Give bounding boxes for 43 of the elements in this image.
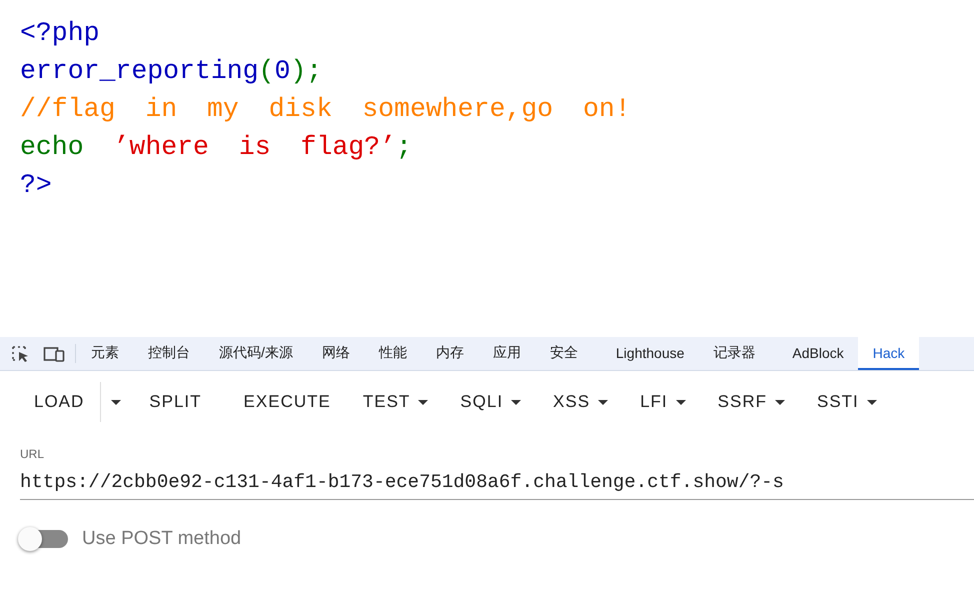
devtools-tab[interactable]: Hack — [858, 337, 919, 370]
code-token: error_reporting — [20, 55, 259, 88]
caret-icon — [111, 400, 122, 404]
code-token: ’where is flag?’ — [114, 131, 396, 164]
code-token: <?php — [20, 17, 100, 50]
load-button[interactable]: LOAD — [18, 382, 102, 422]
toolbar-button[interactable]: EXECUTE — [228, 382, 347, 422]
code-token: echo — [20, 131, 85, 164]
devtools-tab[interactable]: Lighthouse — [600, 337, 698, 370]
devtools-tab[interactable]: 内存 — [420, 337, 478, 370]
devtools-tab[interactable]: 网络 — [306, 337, 364, 370]
caret-icon — [598, 400, 608, 404]
code-comment: //flag in my disk somewhere,go on! — [20, 93, 631, 126]
devtools-tab[interactable]: 元素 — [76, 337, 133, 370]
devtools-tab[interactable]: 应用 — [478, 337, 535, 370]
menu-button[interactable]: LFI — [624, 382, 702, 422]
menu-button[interactable]: SSTI — [800, 382, 893, 422]
url-field[interactable]: https://2cbb0e92-c131-4af1-b173-ece751d08a6f.challenge.ctf.show/?-s — [20, 469, 974, 500]
devtools-tab[interactable]: 源代码/来源 — [204, 337, 307, 370]
code-token: ); — [290, 55, 322, 88]
devtools-tab[interactable]: 性能 — [364, 337, 421, 370]
url-label: URL — [20, 447, 46, 461]
caret-icon — [418, 400, 428, 404]
menu-button[interactable]: XSS — [537, 382, 624, 422]
devtools-tab[interactable]: AdBlock — [777, 337, 858, 370]
caret-icon — [866, 400, 877, 404]
post-method-label: Use POST method — [82, 528, 242, 550]
menu-button[interactable]: SSRF — [702, 382, 801, 422]
devtools-tab[interactable]: 记录器 — [698, 337, 770, 370]
code-token: ; — [396, 131, 412, 164]
devtools-tab[interactable]: 控制台 — [133, 337, 204, 370]
menu-button[interactable]: SQLI — [444, 382, 538, 422]
caret-icon — [676, 400, 686, 404]
code-token: ( — [258, 55, 274, 88]
post-toggle[interactable] — [20, 530, 68, 548]
caret-icon — [774, 400, 785, 404]
device-icon[interactable] — [43, 346, 65, 362]
code-token: ?> — [20, 169, 52, 202]
caret-icon — [511, 400, 522, 404]
toolbar-button[interactable]: SPLIT — [133, 382, 218, 422]
menu-button[interactable]: TEST — [346, 382, 444, 422]
code-token: 0 — [274, 55, 290, 88]
devtools-tab[interactable]: 安全 — [534, 337, 592, 370]
